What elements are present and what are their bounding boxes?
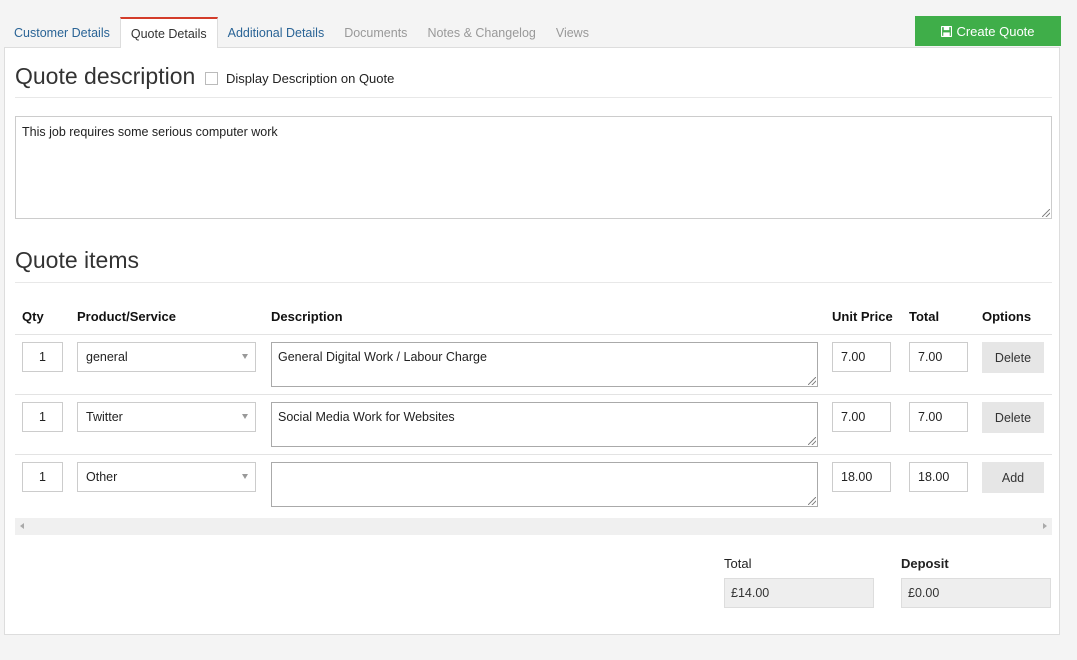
item-description-textarea[interactable] <box>271 462 818 507</box>
product-select[interactable]: Twitter <box>77 402 256 432</box>
product-select-value: Other <box>86 470 118 484</box>
scroll-right-icon[interactable] <box>1043 523 1047 529</box>
scroll-left-icon[interactable] <box>20 523 24 529</box>
product-select-value: Twitter <box>86 410 123 424</box>
display-description-label: Display Description on Quote <box>226 71 395 86</box>
quote-description-heading: Quote description <box>15 63 196 89</box>
unit-price-input[interactable]: 18.00 <box>832 462 891 492</box>
product-select[interactable]: general <box>77 342 256 372</box>
row-divider <box>15 334 1052 335</box>
total-input[interactable]: 18.00 <box>909 462 968 492</box>
tab-quote-details[interactable]: Quote Details <box>119 17 218 48</box>
row-divider <box>15 454 1052 455</box>
total-value-field: £14.00 <box>724 578 874 608</box>
qty-input[interactable]: 1 <box>22 342 63 372</box>
delete-item-button[interactable]: Delete <box>982 342 1044 373</box>
item-description-text: Social Media Work for Websites <box>278 410 455 424</box>
add-item-button[interactable]: Add <box>982 462 1044 493</box>
quote-items-heading: Quote items <box>15 247 139 273</box>
resize-handle[interactable] <box>1042 209 1050 217</box>
display-description-checkbox[interactable] <box>205 72 218 85</box>
column-header-product: Product/Service <box>77 309 176 324</box>
tab-bar: Customer Details Quote Details Additiona… <box>4 17 599 48</box>
column-header-total: Total <box>909 309 940 324</box>
resize-handle[interactable] <box>808 437 816 445</box>
item-description-textarea[interactable]: Social Media Work for Websites <box>271 402 818 447</box>
total-input[interactable]: 7.00 <box>909 402 968 432</box>
quote-details-panel: Quote description Display Description on… <box>4 47 1060 635</box>
quote-description-text: This job requires some serious computer … <box>22 125 278 139</box>
product-select[interactable]: Other <box>77 462 256 492</box>
total-input[interactable]: 7.00 <box>909 342 968 372</box>
item-description-text: General Digital Work / Labour Charge <box>278 350 487 364</box>
column-header-options: Options <box>982 309 1032 324</box>
divider <box>15 282 1052 283</box>
tab-notes-changelog[interactable]: Notes & Changelog <box>417 17 545 48</box>
tab-additional-details[interactable]: Additional Details <box>218 17 335 48</box>
chevron-down-icon <box>242 414 248 419</box>
tab-views[interactable]: Views <box>546 17 599 48</box>
column-header-description: Description <box>271 309 343 324</box>
tab-customer-details[interactable]: Customer Details <box>4 17 120 48</box>
deposit-label: Deposit <box>901 556 949 571</box>
chevron-down-icon <box>242 354 248 359</box>
qty-input[interactable]: 1 <box>22 462 63 492</box>
unit-price-input[interactable]: 7.00 <box>832 342 891 372</box>
delete-item-button[interactable]: Delete <box>982 402 1044 433</box>
resize-handle[interactable] <box>808 497 816 505</box>
display-description-option[interactable]: Display Description on Quote <box>205 71 394 86</box>
horizontal-scrollbar[interactable] <box>15 518 1052 535</box>
save-icon <box>941 25 953 37</box>
product-select-value: general <box>86 350 128 364</box>
chevron-down-icon <box>242 474 248 479</box>
column-header-unit-price: Unit Price <box>832 309 893 324</box>
deposit-value-field[interactable]: £0.00 <box>901 578 1051 608</box>
create-quote-button[interactable]: Create Quote <box>915 16 1061 46</box>
column-header-qty: Qty <box>22 309 44 324</box>
qty-input[interactable]: 1 <box>22 402 63 432</box>
tab-documents[interactable]: Documents <box>334 17 417 48</box>
divider <box>15 97 1052 98</box>
total-label: Total <box>724 556 752 571</box>
item-description-textarea[interactable]: General Digital Work / Labour Charge <box>271 342 818 387</box>
create-quote-label: Create Quote <box>956 23 1035 39</box>
resize-handle[interactable] <box>808 377 816 385</box>
unit-price-input[interactable]: 7.00 <box>832 402 891 432</box>
row-divider <box>15 394 1052 395</box>
quote-description-textarea[interactable]: This job requires some serious computer … <box>15 116 1052 219</box>
